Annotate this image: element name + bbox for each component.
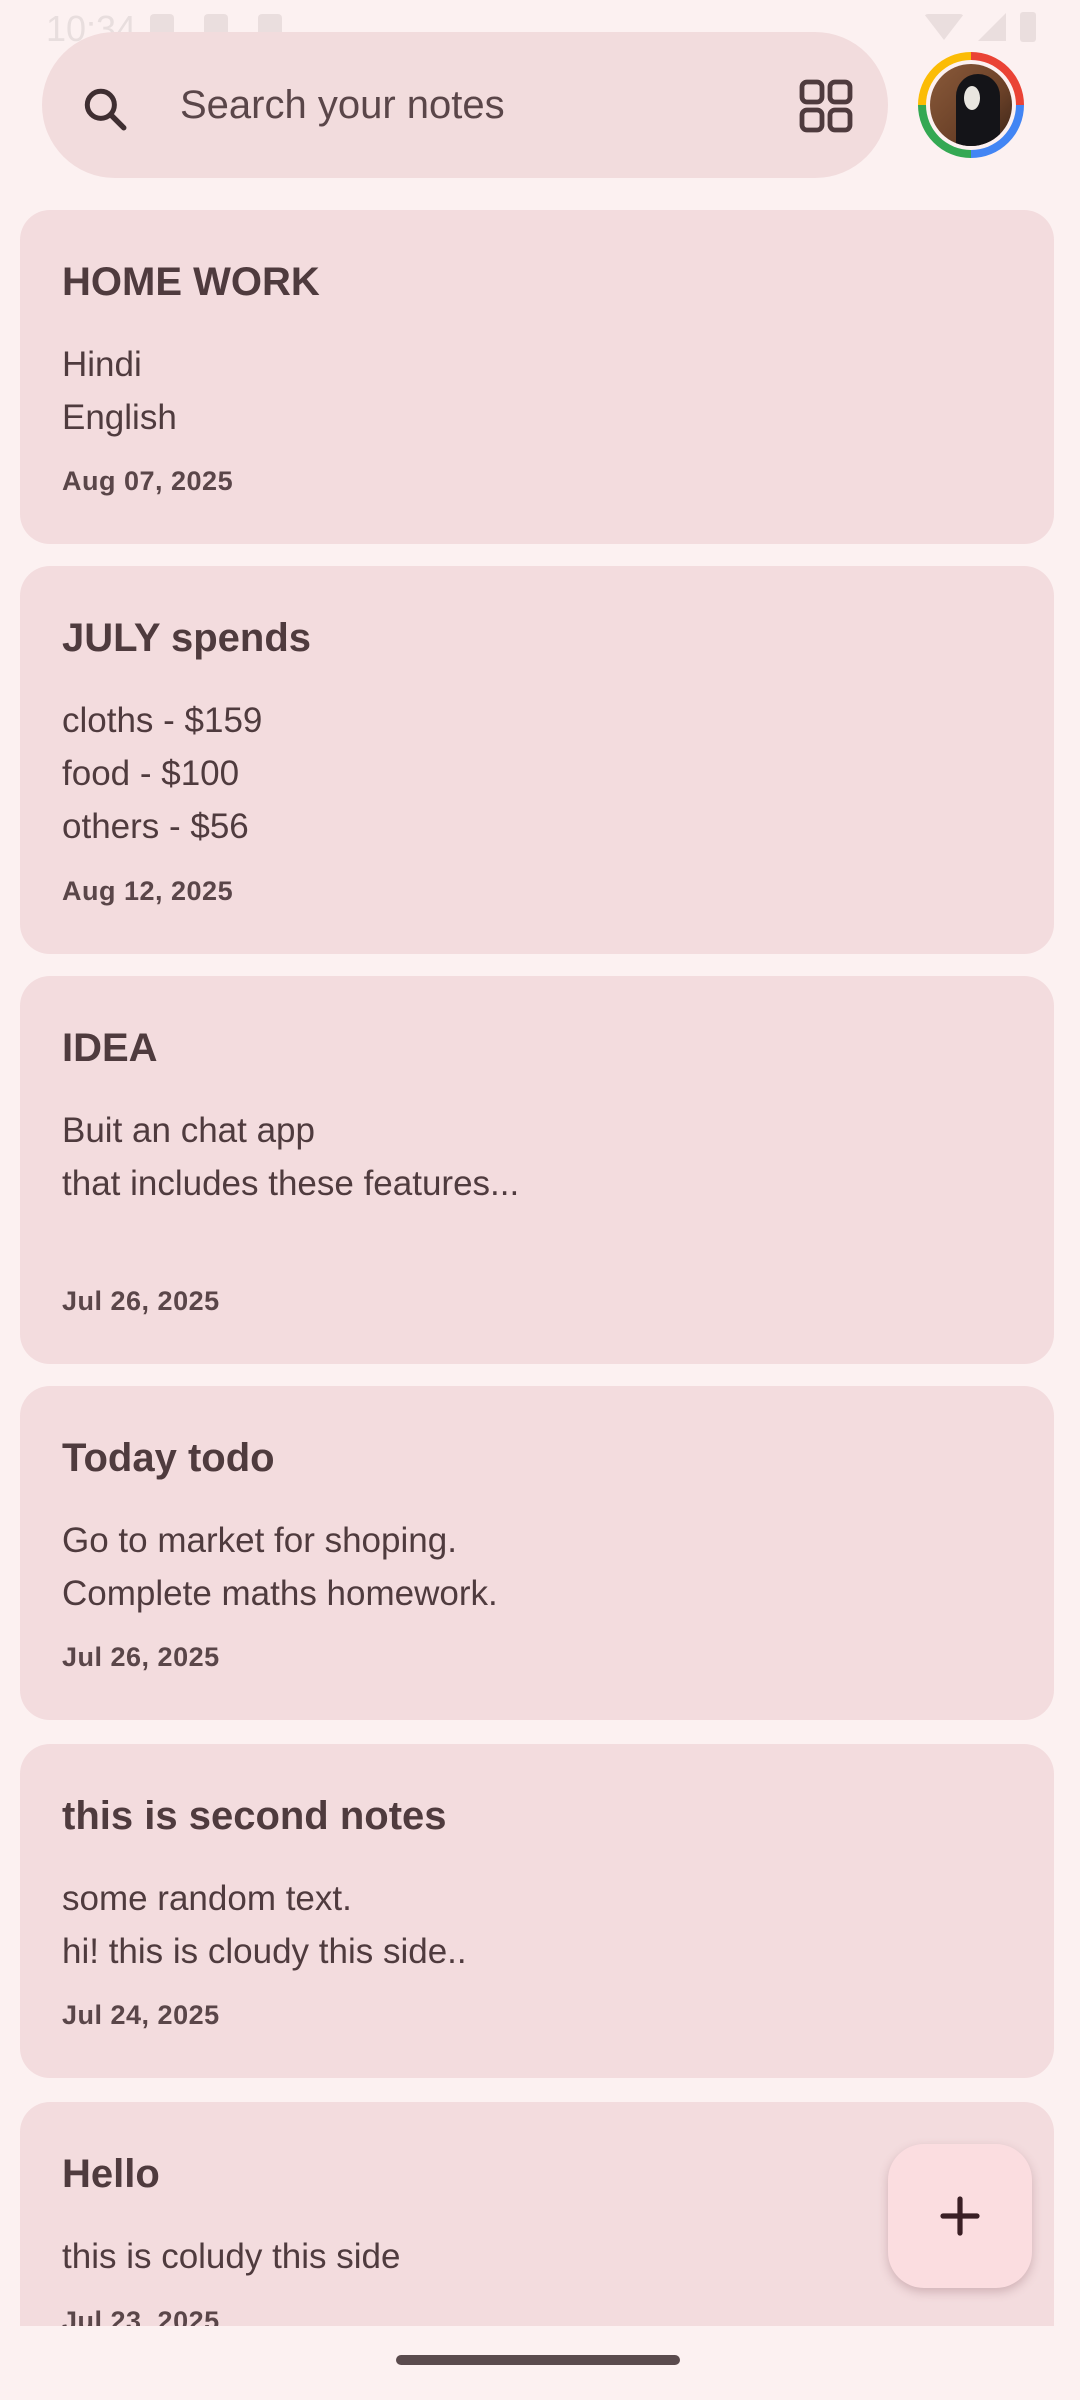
- note-title: Today todo: [62, 1436, 275, 1480]
- note-body: this is coludy this side: [62, 2237, 401, 2276]
- note-card[interactable]: this is second notes some random text. h…: [20, 1744, 1054, 2078]
- note-title: JULY spends: [62, 616, 312, 660]
- note-title: Hello: [62, 2152, 160, 2196]
- wifi-icon: [924, 14, 964, 40]
- note-card[interactable]: JULY spends cloths - $159 food - $100 ot…: [20, 566, 1054, 954]
- battery-icon: [1020, 12, 1036, 42]
- account-avatar[interactable]: [918, 52, 1024, 158]
- avatar-ring-gap: [926, 60, 1016, 150]
- note-date: Jul 26, 2025: [62, 1286, 220, 1316]
- grid-view-icon[interactable]: [798, 78, 854, 134]
- avatar-image: [930, 64, 1012, 146]
- avatar-face: [964, 86, 980, 110]
- note-body: cloths - $159 food - $100 others - $56: [62, 701, 263, 846]
- search-input[interactable]: [178, 72, 742, 138]
- note-body: Hindi English: [62, 345, 177, 437]
- gesture-nav-handle[interactable]: [396, 2355, 680, 2365]
- note-title: IDEA: [62, 1026, 158, 1070]
- system-icons: [924, 12, 1036, 42]
- note-date: Jul 26, 2025: [62, 1642, 220, 1672]
- add-note-button[interactable]: [888, 2144, 1032, 2288]
- note-body: Go to market for shoping. Complete maths…: [62, 1521, 498, 1613]
- search-icon[interactable]: [80, 84, 130, 134]
- note-card[interactable]: HOME WORK Hindi English Aug 07, 2025: [20, 210, 1054, 544]
- signal-icon: [978, 13, 1006, 41]
- note-title: this is second notes: [62, 1794, 447, 1838]
- note-date: Jul 23, 2025: [62, 2306, 220, 2326]
- note-body: Buit an chat app that includes these fea…: [62, 1111, 520, 1203]
- note-card[interactable]: IDEA Buit an chat app that includes thes…: [20, 976, 1054, 1364]
- note-card[interactable]: Today todo Go to market for shoping. Com…: [20, 1386, 1054, 1720]
- note-title: HOME WORK: [62, 260, 320, 304]
- plus-icon: [940, 2196, 980, 2236]
- note-date: Jul 24, 2025: [62, 2000, 220, 2030]
- avatar-figure: [956, 74, 1000, 146]
- note-body: some random text. hi! this is cloudy thi…: [62, 1879, 467, 1971]
- note-date: Aug 12, 2025: [62, 876, 234, 906]
- note-date: Aug 07, 2025: [62, 466, 234, 496]
- notes-list: HOME WORK Hindi English Aug 07, 2025 JUL…: [20, 210, 1054, 2326]
